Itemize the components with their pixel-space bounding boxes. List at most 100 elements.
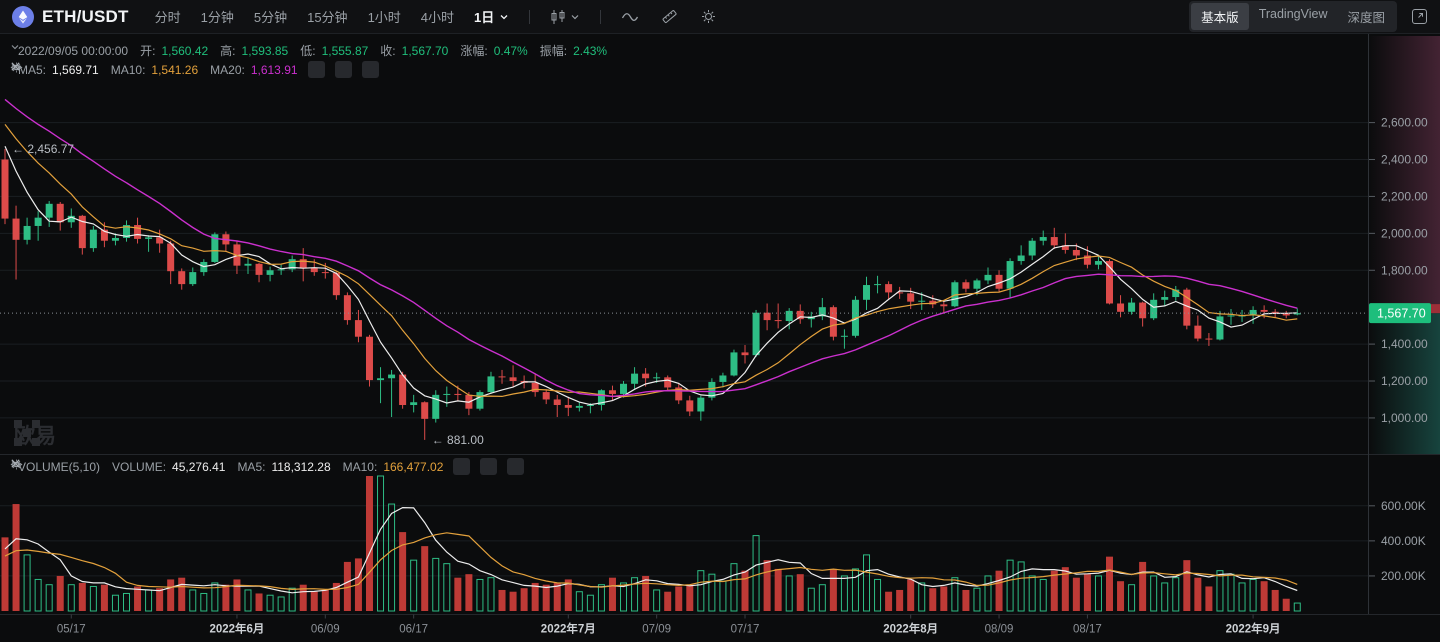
candle <box>631 374 638 384</box>
gear-icon[interactable] <box>335 61 352 78</box>
volume-bar <box>123 593 129 611</box>
chart-type-button[interactable] <box>550 9 580 25</box>
candle <box>1040 237 1047 241</box>
vol-ma5-label: MA5: <box>237 460 265 474</box>
timeframe-tab[interactable]: 5分钟 <box>254 7 287 26</box>
volume-bar <box>256 593 263 611</box>
candle <box>300 259 307 267</box>
eye-icon[interactable] <box>453 458 470 475</box>
volume-bar <box>233 579 240 611</box>
time-axis-label: 2022年6月 <box>209 622 264 636</box>
view-mode-tabs: 基本版TradingView深度图 <box>1189 1 1397 32</box>
ma-readout: MA5:1,569.71 MA10:1,541.26 MA20:1,613.91 <box>10 61 379 78</box>
volume-bar <box>587 595 593 611</box>
price-axis-label: 1,200.00 <box>1381 374 1428 388</box>
volume-bar <box>79 583 86 611</box>
timeframe-tab[interactable]: 分时 <box>155 7 181 26</box>
open-label: 开: <box>140 42 155 59</box>
volume-bar <box>996 571 1003 611</box>
vol-ma5-value: 118,312.28 <box>271 460 330 474</box>
volume-bar <box>1162 583 1168 611</box>
volume-bar <box>1217 571 1223 611</box>
volume-value: 45,276.41 <box>172 460 225 474</box>
ma20-value: 1,613.91 <box>251 63 298 77</box>
candlestick-chart[interactable]: 2,600.002,400.002,200.002,000.001,800.00… <box>0 34 1440 642</box>
volume-bar <box>190 590 196 611</box>
candle <box>1183 290 1190 326</box>
volume-bar <box>609 578 616 611</box>
gear-icon <box>700 8 717 25</box>
volume-bar <box>742 571 749 611</box>
candle <box>35 218 42 226</box>
fullscreen-button[interactable] <box>1411 8 1428 25</box>
volume-bar <box>389 504 395 611</box>
volume-bar <box>499 590 506 611</box>
timeframe-tab-selected[interactable]: 1日 <box>474 7 509 26</box>
candle <box>410 402 417 405</box>
measure-ruler-button[interactable] <box>661 8 678 25</box>
time-axis-label: 07/17 <box>731 624 760 636</box>
timeframe-tabs: 分时 1分钟 5分钟 15分钟 1小时 4小时 1日 <box>155 7 510 26</box>
volume-bar <box>378 476 384 611</box>
view-tab-option[interactable]: TradingView <box>1249 3 1338 30</box>
candle <box>145 237 152 238</box>
chevron-down-icon <box>499 12 509 22</box>
ma20-label: MA20: <box>210 63 245 77</box>
candle-datetime: 2022/09/05 00:00:00 <box>18 44 128 58</box>
open-value: 1,560.42 <box>161 44 208 58</box>
candle <box>1216 316 1223 339</box>
gear-icon[interactable] <box>480 458 497 475</box>
timeframe-tab[interactable]: 1小时 <box>368 7 401 26</box>
volume-bar <box>664 592 671 611</box>
chart-settings-button[interactable] <box>700 8 717 25</box>
volume-bar <box>852 569 858 611</box>
view-tab-option[interactable]: 深度图 <box>1337 3 1395 30</box>
volume-bar <box>433 558 439 611</box>
volume-bar <box>1084 574 1091 611</box>
candle <box>753 313 760 355</box>
volume-bar <box>68 585 74 611</box>
volume-bar <box>1283 599 1290 611</box>
volume-bar <box>24 555 30 611</box>
candle <box>1194 326 1201 339</box>
volume-bar <box>156 588 163 611</box>
candle <box>1261 310 1268 312</box>
eye-icon[interactable] <box>308 61 325 78</box>
price-axis-label: 1,400.00 <box>1381 337 1428 351</box>
volume-bar <box>929 588 936 611</box>
volume-bar <box>698 571 704 611</box>
low-label: 低: <box>300 42 315 59</box>
volume-bar <box>201 593 207 611</box>
volume-bar <box>1007 560 1013 611</box>
volume-bar <box>1205 586 1212 611</box>
volume-bar <box>477 579 483 611</box>
indicator-line-button[interactable] <box>621 9 639 25</box>
close-label: 收: <box>380 42 395 59</box>
candle <box>366 337 373 380</box>
volume-bar <box>1228 574 1234 611</box>
view-tab-selected[interactable]: 基本版 <box>1191 3 1249 30</box>
change-value: 0.47% <box>494 44 528 58</box>
candle <box>377 378 384 380</box>
candle <box>863 285 870 300</box>
timeframe-tab[interactable]: 15分钟 <box>307 7 347 26</box>
timeframe-tab[interactable]: 4小时 <box>421 7 454 26</box>
volume-bar <box>1239 583 1245 611</box>
volume-bar <box>841 576 847 611</box>
volume-bar <box>654 590 660 611</box>
candle <box>830 307 837 337</box>
candle <box>388 375 395 379</box>
candle <box>421 402 428 419</box>
volume-bar <box>46 585 52 611</box>
candle <box>576 406 583 408</box>
timeframe-tab[interactable]: 1分钟 <box>201 7 234 26</box>
volume-bar <box>885 592 892 611</box>
candle <box>686 400 693 411</box>
close-icon[interactable] <box>362 61 379 78</box>
volume-bar <box>896 590 903 611</box>
candle <box>742 352 749 355</box>
current-price-label: 1,567.70 <box>1377 307 1426 321</box>
price-axis-label: 1,800.00 <box>1381 263 1428 277</box>
price-axis-label: 2,600.00 <box>1381 116 1428 130</box>
close-icon[interactable] <box>507 458 524 475</box>
